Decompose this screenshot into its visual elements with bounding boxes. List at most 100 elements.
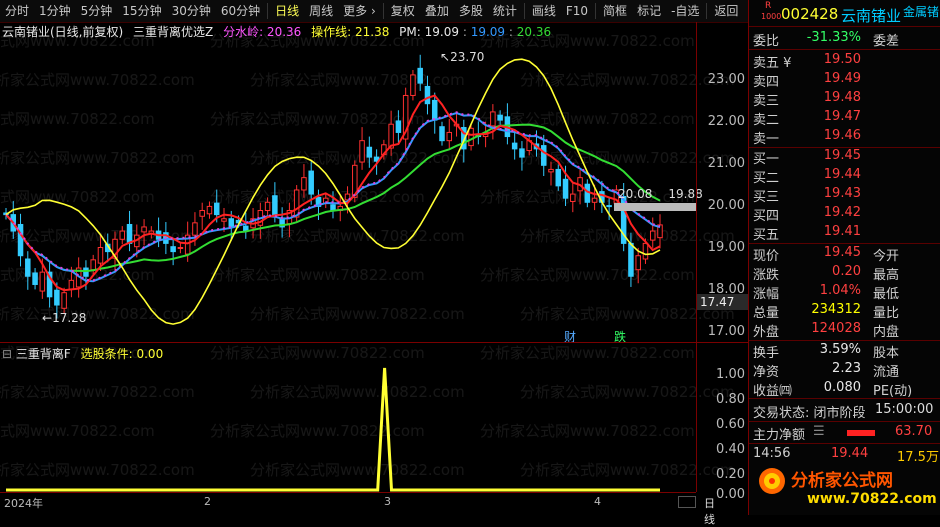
candle-body — [431, 99, 438, 121]
candle-body — [177, 246, 184, 249]
period-switch[interactable]: 日线 — [704, 495, 715, 527]
toolbar-item[interactable]: 标记 — [632, 0, 666, 22]
indicator-name[interactable]: 三重背离优选Z — [133, 25, 213, 39]
ask-row: 卖五 ¥19.50 — [753, 52, 861, 71]
toolbar-item[interactable]: -自选 — [666, 0, 704, 22]
quote-panel: R 1000 002428 云南锗业 金属锗 委比 -31.33% 委差 卖五 … — [748, 0, 940, 515]
trade-status-row: 交易状态: 闭市阶段 15:00:00 — [753, 402, 934, 421]
candle-body — [264, 201, 271, 212]
bid-row: 买四 19.42 — [753, 205, 861, 224]
candle-body — [490, 111, 496, 127]
candle-body — [170, 246, 176, 253]
r-badge: R — [765, 1, 772, 11]
brand-url: www.70822.com — [807, 491, 937, 507]
axis-tick: 17.00 — [707, 324, 745, 339]
fsl-label: 分水岭: 20.36 — [223, 25, 302, 39]
date-label: 2024年 — [4, 497, 43, 510]
pane-divider[interactable] — [0, 342, 748, 343]
candle-body — [570, 193, 576, 202]
sub-condition: 选股条件: 0.00 — [80, 347, 164, 361]
czx-label: 操作线: 21.38 — [311, 25, 390, 39]
main-net-row[interactable]: 主力净额 ☰ 63.70 — [749, 424, 940, 443]
candle-body — [206, 205, 213, 215]
sub-axis-tick: 0.60 — [716, 417, 745, 432]
quote-stat-row: 现价 19.45 今开 — [753, 245, 900, 264]
stock-name: 云南锗业 — [841, 7, 902, 25]
bid-row: 买一 19.45 — [753, 148, 861, 167]
candle-body — [497, 114, 503, 121]
toolbar-item[interactable]: 30分钟 — [167, 0, 216, 22]
candle-body — [424, 85, 431, 105]
candle-body — [519, 148, 525, 158]
sub-axis-tick: 1.00 — [716, 367, 745, 382]
toolbar-item[interactable]: 60分钟 — [216, 0, 265, 22]
candle-body — [301, 177, 307, 191]
candle-body — [221, 218, 227, 222]
main-net-bar — [847, 430, 875, 436]
toolbar-item[interactable]: 多股 — [454, 0, 488, 22]
toolbar-separator — [523, 3, 525, 19]
quote-stat-row: 总量 234312 量比 — [753, 302, 900, 321]
bid-row: 买三 19.43 — [753, 186, 861, 205]
axis-tick: 21.00 — [707, 156, 745, 171]
candle-body — [410, 74, 416, 96]
indicator-title-line: 云南锗业(日线,前复权) 三重背离优选Z 分水岭: 20.36 操作线: 21.… — [2, 25, 552, 39]
candle-body — [39, 271, 46, 292]
candle-body — [90, 259, 96, 271]
candle-body — [635, 255, 641, 271]
date-axis: 2024年 2 3 4 日线 — [0, 492, 715, 526]
sector-name[interactable]: 金属锗 — [903, 3, 939, 20]
sub-axis-tick: 0.40 — [716, 442, 745, 457]
current-price-tag: 17.47 — [697, 294, 752, 310]
toolbar-item[interactable]: 日线 — [270, 0, 304, 22]
toolbar-item[interactable]: F10 — [561, 0, 593, 22]
candle-body — [61, 292, 67, 309]
toolbar-item[interactable]: 5分钟 — [76, 0, 118, 22]
toolbar-separator — [595, 3, 597, 19]
candle-body — [97, 246, 104, 264]
candle-body — [395, 120, 402, 133]
candle-body — [584, 183, 591, 203]
candle-body — [555, 168, 562, 187]
toolbar-item[interactable]: 复权 — [386, 0, 420, 22]
toolbar-separator — [382, 3, 384, 19]
value2-label: 19.09 — [470, 25, 506, 39]
bid-row: 买二 19.44 — [753, 167, 861, 186]
sub-axis-tick: 0.80 — [716, 392, 745, 407]
ask-row: 卖三 19.48 — [753, 90, 861, 109]
resistance-line — [614, 203, 696, 211]
date-label: 3 — [384, 495, 391, 508]
toolbar-item[interactable]: 简框 — [598, 0, 632, 22]
candle-body — [83, 267, 89, 277]
toolbar-item[interactable]: 1分钟 — [34, 0, 76, 22]
axis-tick: 23.00 — [707, 72, 745, 87]
toolbar-item[interactable]: 叠加 — [420, 0, 454, 22]
toolbar-item[interactable]: 分时 — [0, 0, 34, 22]
candle-body — [628, 242, 634, 277]
sub-indicator-chart[interactable] — [0, 360, 696, 492]
quote-stat-row: 涨幅 1.04% 最低 — [753, 283, 900, 302]
date-label: 2 — [204, 495, 211, 508]
brand-name: 分析家公式网 — [791, 471, 893, 491]
weibi-row: 委比 -31.33% 委差 — [753, 30, 900, 49]
toolbar-item[interactable]: 周线 — [304, 0, 338, 22]
candle-body — [228, 218, 235, 228]
candle-body — [141, 226, 147, 233]
toolbar-item[interactable]: 更多 › — [338, 0, 381, 22]
toolbar-separator — [267, 3, 269, 19]
toolbar-item[interactable]: 统计 — [488, 0, 522, 22]
candle-body — [272, 195, 278, 216]
candle-body — [562, 178, 569, 199]
candle-body — [213, 202, 220, 216]
bid-row: 买五 19.41 — [753, 224, 861, 243]
price-axis: 23.00 22.00 21.00 20.00 19.00 18.00 17.4… — [696, 22, 752, 502]
sub-axis-tick: 0.00 — [716, 487, 745, 502]
toolbar-item[interactable]: 返回 — [709, 0, 743, 22]
candle-body — [446, 131, 453, 142]
high-annotation: ↖23.70 — [440, 50, 485, 64]
toolbar-item[interactable]: 15分钟 — [117, 0, 166, 22]
kline-chart[interactable] — [0, 40, 696, 342]
sub-indicator-name[interactable]: 三重背离F — [16, 347, 71, 361]
candle-body — [199, 210, 205, 217]
toolbar-item[interactable]: 画线 — [527, 0, 561, 22]
